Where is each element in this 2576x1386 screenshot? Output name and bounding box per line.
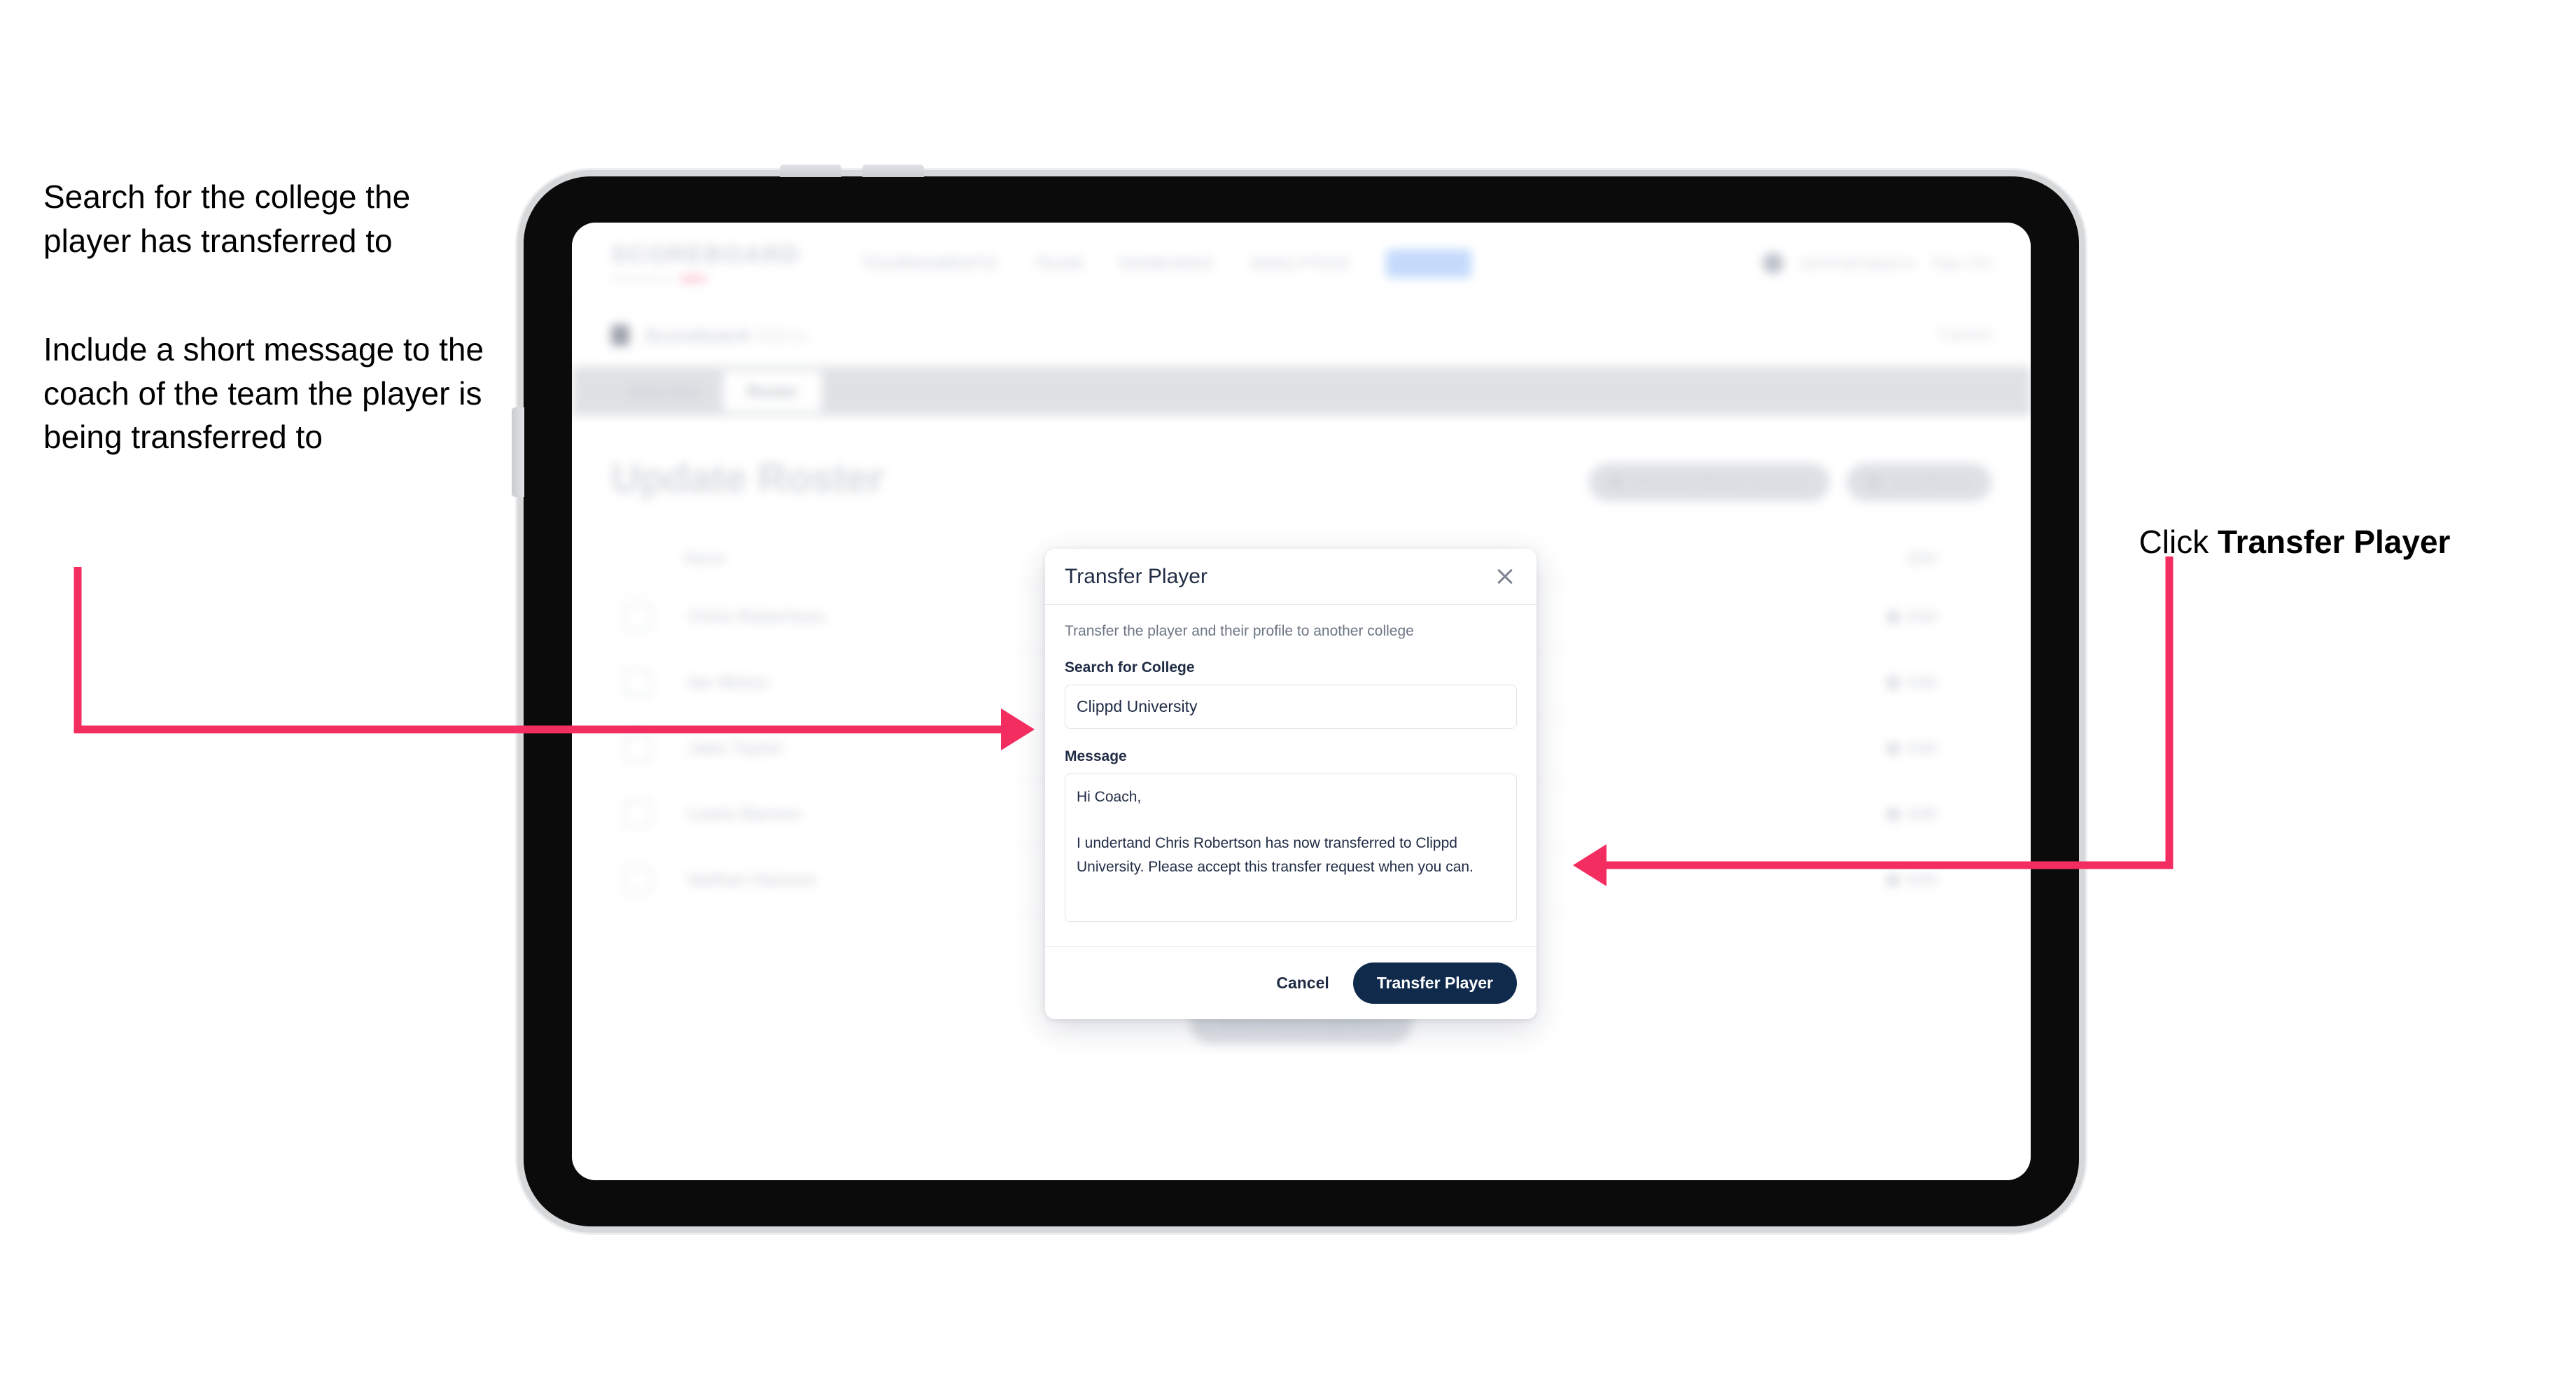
dialog-subtitle: Transfer the player and their profile to… [1065,623,1414,639]
volume-down-button[interactable] [862,164,924,177]
message-field-label: Message [1065,748,1127,764]
search-college-input[interactable] [1065,685,1517,729]
power-button[interactable] [512,407,524,497]
message-textarea[interactable] [1065,774,1517,922]
tablet-device-frame: SCOREBOARD Powered by TOURNAMENTS TEAM R… [512,164,2079,1226]
dialog-title: Transfer Player [1065,565,1208,588]
annotation-right-click-transfer: Click Transfer Player [2121,476,2555,564]
transfer-player-button[interactable]: Transfer Player [1352,962,1517,1004]
annotation-left-search-college: Search for the college the player has tr… [43,178,419,259]
annotation-left-include-message: Include a short message to the coach of … [43,331,493,456]
dialog-titlebar: Transfer Player [1045,549,1536,605]
dialog-footer: Cancel Transfer Player [1045,946,1536,1019]
annotation-right-prefix: Click [2138,523,2218,560]
dialog-body: Transfer the player and their profile to… [1045,605,1536,946]
annotation-right-bold: Transfer Player [2218,523,2451,560]
close-icon[interactable] [1493,565,1517,589]
tablet-screen: SCOREBOARD Powered by TOURNAMENTS TEAM R… [572,223,2031,1180]
college-field-label: Search for College [1065,659,1195,676]
volume-up-button[interactable] [780,164,841,177]
cancel-button[interactable]: Cancel [1273,968,1331,998]
transfer-player-dialog: Transfer Player Transfer the player and … [1045,549,1536,1019]
